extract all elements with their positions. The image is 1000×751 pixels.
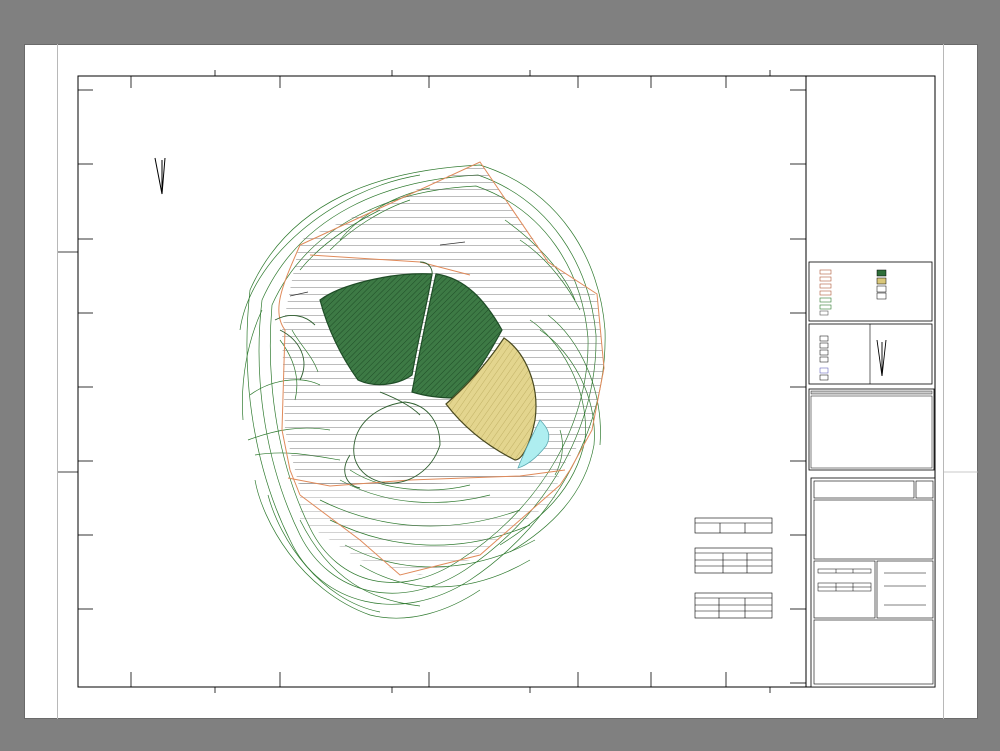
- legend-swatch-white-1: [876, 285, 887, 293]
- site-plan: [239, 161, 606, 619]
- legend-swatch-white-2: [876, 292, 887, 300]
- top-ticks: [130, 70, 771, 88]
- legend-swatch-yellow: [876, 277, 887, 285]
- notes-box: [808, 388, 935, 471]
- legend-swatch-dark: [876, 269, 887, 277]
- legend-box: [808, 261, 933, 322]
- info-table-2: [694, 547, 773, 574]
- title-block: [810, 477, 936, 688]
- symbols-box: [808, 323, 933, 385]
- info-table-3: [694, 592, 773, 619]
- bottom-ticks: [130, 672, 771, 693]
- info-table-1: [694, 517, 773, 534]
- left-ticks: [58, 89, 93, 610]
- right-ticks: [790, 89, 806, 684]
- north-arrow-icon: [154, 157, 166, 195]
- drawing-sheet: [58, 70, 978, 693]
